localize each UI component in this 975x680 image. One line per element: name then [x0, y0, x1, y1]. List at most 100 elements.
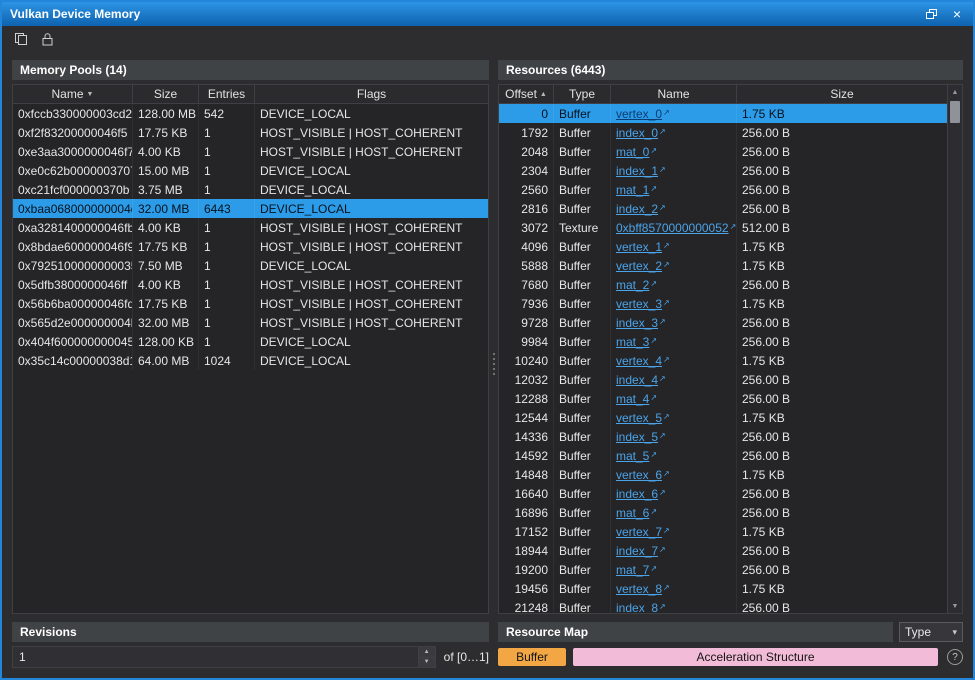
resource-link[interactable]: index_0↗ — [616, 126, 666, 140]
resource-row[interactable]: 10240Buffervertex_4↗1.75 KB — [499, 351, 947, 370]
resource-row[interactable]: 5888Buffervertex_2↗1.75 KB — [499, 256, 947, 275]
resource-row[interactable]: 17152Buffervertex_7↗1.75 KB — [499, 522, 947, 541]
resource-row[interactable]: 16640Bufferindex_6↗256.00 B — [499, 484, 947, 503]
column-header-resource-size[interactable]: Size — [737, 85, 947, 103]
resource-link[interactable]: index_3↗ — [616, 316, 666, 330]
resource-link[interactable]: mat_2↗ — [616, 278, 657, 292]
memory-pool-row[interactable]: 0xbaa068000000004d32.00 MB6443DEVICE_LOC… — [13, 199, 488, 218]
memory-pool-row[interactable]: 0xa3281400000046fb4.00 KB1HOST_VISIBLE |… — [13, 218, 488, 237]
resource-row[interactable]: 4096Buffervertex_1↗1.75 KB — [499, 237, 947, 256]
column-header-resource-name[interactable]: Name — [611, 85, 737, 103]
resource-type: Buffer — [554, 294, 611, 313]
resource-link[interactable]: index_2↗ — [616, 202, 666, 216]
resource-link[interactable]: index_6↗ — [616, 487, 666, 501]
copy-button[interactable] — [10, 28, 32, 50]
column-header-entries[interactable]: Entries — [199, 85, 255, 103]
resource-row[interactable]: 2048Buffermat_0↗256.00 B — [499, 142, 947, 161]
memory-pool-row[interactable]: 0xc21fcf000000370b3.75 MB1DEVICE_LOCAL — [13, 180, 488, 199]
column-header-offset[interactable]: Offset ▲ — [499, 85, 554, 103]
scroll-up-button[interactable]: ▲ — [948, 85, 962, 99]
resource-row[interactable]: 2304Bufferindex_1↗256.00 B — [499, 161, 947, 180]
resource-link[interactable]: mat_5↗ — [616, 449, 657, 463]
resource-link[interactable]: vertex_4↗ — [616, 354, 670, 368]
resource-link[interactable]: index_1↗ — [616, 164, 666, 178]
resource-row[interactable]: 9728Bufferindex_3↗256.00 B — [499, 313, 947, 332]
resource-link[interactable]: vertex_7↗ — [616, 525, 670, 539]
resource-row[interactable]: 19456Buffervertex_8↗1.75 KB — [499, 579, 947, 598]
resource-row[interactable]: 0Buffervertex_0↗1.75 KB — [499, 104, 947, 123]
resource-row[interactable]: 7936Buffervertex_3↗1.75 KB — [499, 294, 947, 313]
memory-pool-row[interactable]: 0x79251000000000357.50 MB1DEVICE_LOCAL — [13, 256, 488, 275]
memory-pool-row[interactable]: 0xe3aa3000000046f74.00 KB1HOST_VISIBLE |… — [13, 142, 488, 161]
memory-pool-row[interactable]: 0x565d2e000000004b32.00 MB1HOST_VISIBLE … — [13, 313, 488, 332]
external-link-icon: ↗ — [663, 108, 670, 117]
resource-row[interactable]: 14848Buffervertex_6↗1.75 KB — [499, 465, 947, 484]
resource-row[interactable]: 3072Texture0xbff8570000000052↗512.00 B — [499, 218, 947, 237]
pool-entries: 1 — [199, 275, 255, 294]
scrollbar-thumb[interactable] — [950, 101, 960, 123]
revision-range-label: of [0…1] — [444, 650, 489, 664]
resource-row[interactable]: 14336Bufferindex_5↗256.00 B — [499, 427, 947, 446]
titlebar[interactable]: Vulkan Device Memory × — [2, 2, 973, 26]
resource-link[interactable]: mat_6↗ — [616, 506, 657, 520]
resource-link[interactable]: mat_7↗ — [616, 563, 657, 577]
resource-link[interactable]: mat_3↗ — [616, 335, 657, 349]
resource-row[interactable]: 9984Buffermat_3↗256.00 B — [499, 332, 947, 351]
resource-link[interactable]: mat_4↗ — [616, 392, 657, 406]
revision-spinner[interactable]: 1 ▲ ▼ — [12, 646, 436, 668]
column-header-size[interactable]: Size — [133, 85, 199, 103]
resource-link[interactable]: vertex_8↗ — [616, 582, 670, 596]
spin-down-button[interactable]: ▼ — [419, 658, 435, 668]
resource-link[interactable]: vertex_3↗ — [616, 297, 670, 311]
legend-acceleration-structure-chip[interactable]: Acceleration Structure — [573, 648, 938, 666]
resource-row[interactable]: 12544Buffervertex_5↗1.75 KB — [499, 408, 947, 427]
memory-pool-row[interactable]: 0xf2f83200000046f517.75 KB1HOST_VISIBLE … — [13, 123, 488, 142]
vertical-scrollbar[interactable]: ▲ ▼ — [947, 85, 962, 613]
external-link-icon: ↗ — [650, 336, 657, 345]
resource-row[interactable]: 21248Bufferindex_8↗256.00 B — [499, 598, 947, 613]
scroll-down-button[interactable]: ▼ — [948, 599, 962, 613]
resource-row[interactable]: 1792Bufferindex_0↗256.00 B — [499, 123, 947, 142]
resource-row[interactable]: 14592Buffermat_5↗256.00 B — [499, 446, 947, 465]
resource-link[interactable]: 0xbff8570000000052↗ — [616, 221, 736, 235]
resource-link[interactable]: vertex_5↗ — [616, 411, 670, 425]
resource-link[interactable]: index_5↗ — [616, 430, 666, 444]
resource-link[interactable]: mat_1↗ — [616, 183, 657, 197]
resource-link[interactable]: vertex_0↗ — [616, 107, 670, 121]
resource-row[interactable]: 12288Buffermat_4↗256.00 B — [499, 389, 947, 408]
scrollbar-track[interactable] — [948, 99, 962, 599]
resource-link[interactable]: vertex_2↗ — [616, 259, 670, 273]
legend-buffer-chip[interactable]: Buffer — [498, 648, 566, 666]
resource-row[interactable]: 16896Buffermat_6↗256.00 B — [499, 503, 947, 522]
resource-row[interactable]: 7680Buffermat_2↗256.00 B — [499, 275, 947, 294]
memory-pool-row[interactable]: 0x35c14c00000038d164.00 MB1024DEVICE_LOC… — [13, 351, 488, 370]
resource-link[interactable]: index_7↗ — [616, 544, 666, 558]
resource-row[interactable]: 18944Bufferindex_7↗256.00 B — [499, 541, 947, 560]
resource-link[interactable]: vertex_6↗ — [616, 468, 670, 482]
resource-link[interactable]: mat_0↗ — [616, 145, 657, 159]
memory-pool-row[interactable]: 0x56b6ba00000046fd17.75 KB1HOST_VISIBLE … — [13, 294, 488, 313]
resource-row[interactable]: 2560Buffermat_1↗256.00 B — [499, 180, 947, 199]
resource-row[interactable]: 19200Buffermat_7↗256.00 B — [499, 560, 947, 579]
resource-row[interactable]: 12032Bufferindex_4↗256.00 B — [499, 370, 947, 389]
column-header-name[interactable]: Name ▼ — [13, 85, 133, 103]
resource-row[interactable]: 2816Bufferindex_2↗256.00 B — [499, 199, 947, 218]
memory-pool-row[interactable]: 0xe0c62b000000370715.00 MB1DEVICE_LOCAL — [13, 161, 488, 180]
memory-pool-row[interactable]: 0x5dfb3800000046ff4.00 KB1HOST_VISIBLE |… — [13, 275, 488, 294]
close-button[interactable]: × — [945, 5, 969, 23]
restore-button[interactable] — [919, 5, 943, 23]
type-dropdown[interactable]: Type ▾ — [899, 622, 963, 642]
panel-splitter[interactable] — [489, 60, 498, 668]
resource-link[interactable]: index_4↗ — [616, 373, 666, 387]
help-button[interactable]: ? — [947, 649, 963, 665]
lock-button[interactable] — [36, 28, 58, 50]
memory-pool-row[interactable]: 0x404f600000000045128.00 KB1DEVICE_LOCAL — [13, 332, 488, 351]
memory-pool-row[interactable]: 0xfccb330000003cd2128.00 MB542DEVICE_LOC… — [13, 104, 488, 123]
column-header-flags[interactable]: Flags — [255, 85, 488, 103]
memory-pool-row[interactable]: 0x8bdae600000046f917.75 KB1HOST_VISIBLE … — [13, 237, 488, 256]
resource-link[interactable]: vertex_1↗ — [616, 240, 670, 254]
resource-link[interactable]: index_8↗ — [616, 601, 666, 614]
resource-offset: 10240 — [499, 351, 554, 370]
column-header-type[interactable]: Type — [554, 85, 611, 103]
spin-up-button[interactable]: ▲ — [419, 647, 435, 658]
